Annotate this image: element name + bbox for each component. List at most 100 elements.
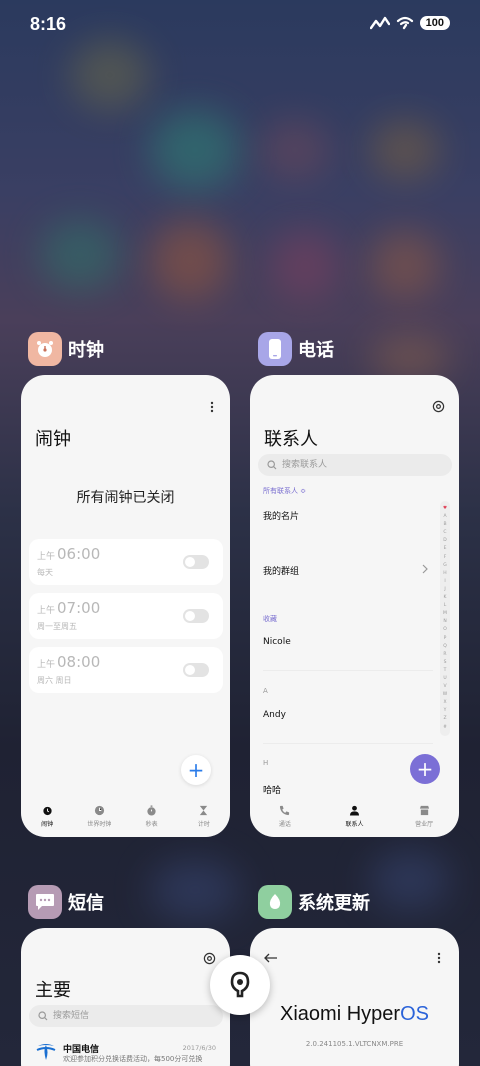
contact-search-input[interactable]: 搜索联系人	[258, 454, 452, 476]
status-icons: 100	[369, 16, 450, 30]
phone-card[interactable]: 联系人 搜索联系人 所有联系人 ≎ 我的名片 我的群组 收藏 Nicole A …	[250, 375, 459, 837]
alarm-item[interactable]: 上午 08:00 周六 周日	[29, 647, 223, 693]
signal-icon	[369, 16, 390, 30]
add-alarm-button[interactable]: +	[181, 755, 211, 785]
my-groups-item[interactable]: 我的群组	[263, 564, 299, 577]
person-icon	[349, 805, 360, 816]
tab-stopwatch[interactable]: 秒表	[132, 805, 172, 837]
contact-andy[interactable]: Andy	[263, 710, 286, 720]
clock-app-header[interactable]: 时钟	[28, 332, 104, 366]
alarm-time: 上午 08:00	[37, 653, 101, 671]
phone-icon	[269, 339, 281, 359]
more-icon[interactable]	[210, 401, 214, 413]
sms-app-header[interactable]: 短信	[28, 885, 104, 919]
wallpaper-blur	[370, 850, 450, 910]
alarm-item[interactable]: 上午 07:00 周一至周五	[29, 593, 223, 639]
clear-recents-button[interactable]	[210, 955, 270, 1015]
my-card-item[interactable]: 我的名片	[263, 509, 299, 522]
phone-app-header[interactable]: 电话	[258, 332, 334, 366]
alphabet-index-letter[interactable]: V	[443, 683, 446, 691]
sms-search-input[interactable]: 搜索短信	[29, 1005, 223, 1027]
contact-nicole[interactable]: Nicole	[263, 637, 291, 647]
contact-haha[interactable]: 哈哈	[263, 783, 281, 796]
status-bar: 8:16 100	[0, 0, 480, 52]
tab-timer[interactable]: 计时	[184, 805, 224, 837]
stopwatch-icon	[147, 805, 156, 816]
alphabet-index-letter[interactable]: E	[444, 545, 447, 553]
alphabet-index-letter[interactable]: K	[444, 594, 447, 602]
tab-service-hall[interactable]: 营业厅	[404, 805, 444, 837]
all-contacts-filter[interactable]: 所有联系人 ≎	[263, 486, 306, 496]
alphabet-index-letter[interactable]: J	[444, 586, 445, 594]
add-contact-button[interactable]: +	[410, 754, 440, 784]
sms-app-icon	[28, 885, 62, 919]
tab-calls[interactable]: 通话	[265, 805, 305, 837]
updater-card[interactable]: Xiaomi HyperOS 2.0.241105.1.VLTCNXM.PRE	[250, 928, 459, 1066]
clock-app-icon	[28, 332, 62, 366]
updater-app-name: 系统更新	[298, 893, 370, 914]
clock-card[interactable]: 闹钟 所有闹钟已关闭 上午 06:00 每天 上午 07:00 周一至周五 上午 08…	[21, 375, 230, 837]
alphabet-index-letter[interactable]: G	[443, 562, 447, 570]
alarm-toggle[interactable]	[183, 555, 209, 569]
alarm-time: 上午 06:00	[37, 545, 101, 563]
empty-state-text: 所有闹钟已关闭	[76, 490, 175, 506]
divider	[263, 743, 433, 744]
alarm-tab-icon	[43, 806, 52, 816]
alphabet-index-letter[interactable]: N	[443, 618, 446, 626]
alphabet-index-letter[interactable]: X	[443, 699, 446, 707]
section-header-a: A	[263, 687, 268, 695]
alphabet-index[interactable]: ♥ A B C D E F G H I J K L M N O P Q R S T U V W X Y Z #	[440, 501, 450, 736]
favorites-header: 收藏	[263, 615, 277, 623]
alphabet-index-letter[interactable]: #	[443, 724, 447, 732]
alphabet-index-letter[interactable]: ♥	[443, 505, 447, 513]
alphabet-index-letter[interactable]: L	[444, 602, 447, 610]
alphabet-index-letter[interactable]: Q	[443, 643, 447, 651]
battery-indicator: 100	[419, 16, 450, 30]
page-title: 联系人	[264, 429, 318, 450]
alphabet-index-letter[interactable]: I	[444, 578, 445, 586]
phone-app-name: 电话	[298, 340, 334, 361]
alphabet-index-letter[interactable]: M	[443, 610, 447, 618]
alphabet-index-letter[interactable]: S	[444, 659, 447, 667]
status-time: 8:16	[30, 14, 67, 34]
back-arrow-icon[interactable]	[264, 953, 278, 963]
tab-alarm[interactable]: 闹钟	[27, 805, 67, 837]
alphabet-index-letter[interactable]: P	[444, 635, 447, 643]
alphabet-index-letter[interactable]: C	[443, 529, 446, 537]
alarm-toggle[interactable]	[183, 663, 209, 677]
updater-app-header[interactable]: 系统更新	[258, 885, 370, 919]
update-icon	[269, 894, 281, 909]
alphabet-index-letter[interactable]: T	[444, 667, 447, 675]
sms-date: 2017/6/30	[182, 1044, 216, 1052]
alphabet-index-letter[interactable]: H	[443, 570, 446, 578]
alphabet-index-letter[interactable]: F	[444, 554, 447, 562]
settings-icon[interactable]	[203, 952, 216, 965]
alphabet-index-letter[interactable]: D	[443, 537, 446, 545]
os-version: 2.0.241105.1.VLTCNXM.PRE	[305, 1040, 404, 1048]
alphabet-index-letter[interactable]: O	[443, 626, 447, 634]
sms-preview: 欢迎参加积分兑换话费活动，每500分可兑换	[63, 1055, 203, 1063]
wallpaper-blur	[370, 335, 450, 380]
wallpaper-blur	[40, 220, 120, 290]
alphabet-index-letter[interactable]: U	[443, 675, 446, 683]
alphabet-index-letter[interactable]: Y	[444, 707, 447, 715]
divider	[263, 670, 433, 671]
alphabet-index-letter[interactable]: W	[443, 691, 447, 699]
alarm-item[interactable]: 上午 06:00 每天	[29, 539, 223, 585]
updater-app-icon	[258, 885, 292, 919]
clock-tabbar: 闹钟 世界时钟 秒表 计时	[21, 801, 230, 837]
settings-icon[interactable]	[432, 400, 445, 413]
alarm-toggle[interactable]	[183, 609, 209, 623]
tab-contacts[interactable]: 联系人	[334, 805, 374, 837]
section-header-h: H	[263, 759, 269, 767]
more-icon[interactable]	[437, 952, 441, 964]
alphabet-index-letter[interactable]: A	[443, 513, 446, 521]
tab-world-clock[interactable]: 世界时钟	[79, 805, 119, 837]
wallpaper-blur	[150, 110, 240, 190]
alphabet-index-letter[interactable]: Z	[443, 715, 446, 723]
alphabet-index-letter[interactable]: R	[443, 651, 446, 659]
wallpaper-blur	[370, 120, 440, 180]
alphabet-index-letter[interactable]: B	[443, 521, 446, 529]
sms-card[interactable]: 主要 搜索短信 中国电信 2017/6/30 欢迎参加积分兑换话费活动，每500…	[21, 928, 230, 1066]
search-icon	[267, 460, 277, 470]
